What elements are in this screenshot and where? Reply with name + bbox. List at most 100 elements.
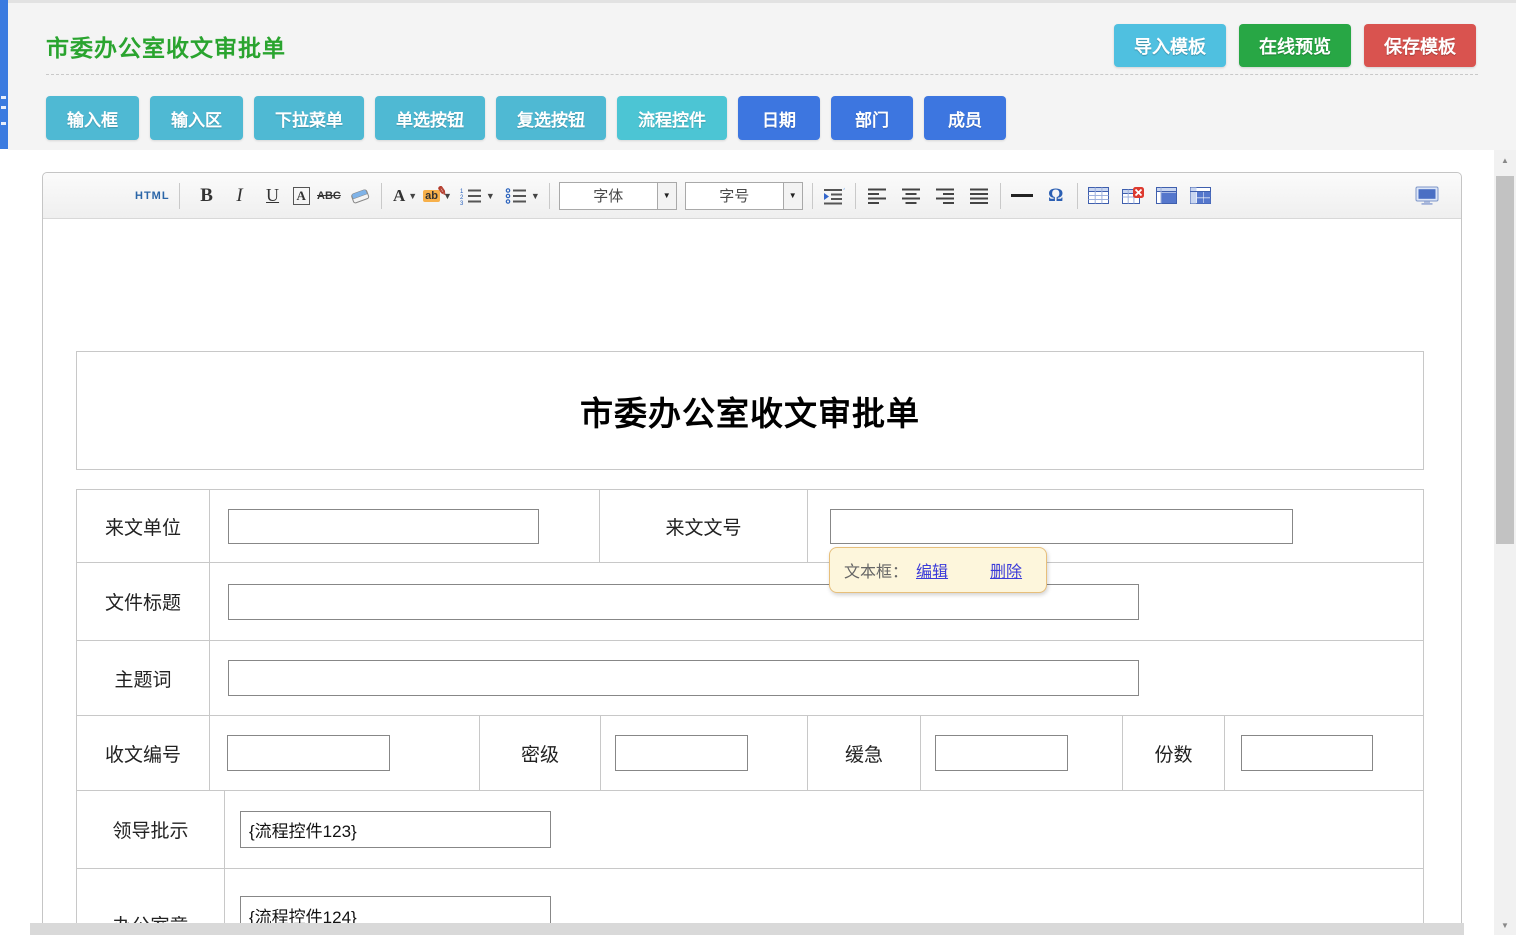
doc-no-input[interactable]: [830, 509, 1293, 544]
italic-button[interactable]: I: [228, 182, 252, 210]
receipt-no-input[interactable]: [227, 735, 390, 771]
align-right-button[interactable]: [933, 182, 957, 210]
doc-no-label: 来文文号: [599, 490, 807, 562]
source-code-button[interactable]: HTML: [135, 182, 170, 210]
strikethrough-button[interactable]: ABC: [317, 182, 341, 210]
toolbar-separator: [549, 183, 550, 209]
security-input[interactable]: [615, 735, 748, 771]
scrollbar-thumb[interactable]: [1496, 176, 1514, 544]
leader-comment-label: 领导批示: [77, 791, 224, 868]
delete-table-button[interactable]: [1121, 182, 1145, 210]
add-textarea-button[interactable]: 输入区: [150, 96, 243, 140]
vertical-scrollbar[interactable]: ▲ ▼: [1494, 150, 1516, 935]
font-size-select[interactable]: 字号 ▼: [685, 182, 803, 210]
add-radio-button[interactable]: 单选按钮: [375, 96, 485, 140]
scroll-down-button[interactable]: ▼: [1494, 917, 1516, 933]
edge-mark: [1, 96, 6, 99]
form-table: 来文单位 来文文号 文件标题: [76, 489, 1424, 935]
main-area: HTML B I U A ABC A▼: [0, 150, 1516, 935]
highlight-color-button[interactable]: ab✎ ▼: [423, 182, 452, 210]
edit-link[interactable]: 编辑: [916, 558, 948, 582]
indent-icon: [823, 187, 845, 205]
editor-content[interactable]: 市委办公室收文审批单 来文单位 来文文号: [43, 220, 1461, 935]
form-template-designer: 市委办公室收文审批单 导入模板 在线预览 保存模板 输入框 输入区 下拉菜单 单…: [0, 0, 1516, 935]
add-checkbox-button[interactable]: 复选按钮: [496, 96, 606, 140]
keywords-cell: [209, 641, 1423, 715]
chevron-down-icon: ▼: [783, 183, 802, 209]
file-title-label: 文件标题: [77, 563, 209, 640]
font-style-button[interactable]: A: [293, 187, 310, 205]
add-flow-control-button[interactable]: 流程控件: [617, 96, 727, 140]
from-unit-input[interactable]: [228, 509, 539, 544]
chevron-down-icon: ▼: [657, 183, 676, 209]
table-row: 收文编号 密级 缓急 份数: [76, 716, 1424, 791]
toolbar-separator: [381, 183, 382, 209]
toolbar-separator: [1077, 183, 1078, 209]
header-divider: [46, 74, 1478, 75]
scroll-up-button[interactable]: ▲: [1494, 152, 1516, 168]
copies-cell: [1224, 716, 1423, 790]
add-dropdown-button[interactable]: 下拉菜单: [254, 96, 364, 140]
horizontal-rule-icon: [1011, 194, 1033, 197]
header: 市委办公室收文审批单 导入模板 在线预览 保存模板 输入框 输入区 下拉菜单 单…: [8, 0, 1516, 150]
font-color-button[interactable]: A▼: [391, 182, 417, 210]
edge-mark: [1, 106, 6, 109]
keywords-input[interactable]: [228, 660, 1139, 696]
import-template-button[interactable]: 导入模板: [1114, 24, 1226, 67]
table-row: 来文单位 来文文号: [76, 489, 1424, 563]
control-tooltip: 文本框： 编辑 删除: [829, 547, 1047, 593]
copies-input[interactable]: [1241, 735, 1373, 771]
remove-format-button[interactable]: [348, 182, 372, 210]
svg-text:3: 3: [460, 201, 464, 205]
add-date-button[interactable]: 日期: [738, 96, 820, 140]
eraser-icon: [349, 188, 371, 204]
add-input-box-button[interactable]: 输入框: [46, 96, 139, 140]
toolbar-separator: [179, 183, 180, 209]
leader-comment-cell: [224, 791, 1423, 868]
document-title-cell: 市委办公室收文审批单: [76, 351, 1424, 470]
delete-table-icon: [1122, 187, 1144, 204]
ordered-list-button[interactable]: 1 2 3 ▼: [460, 182, 495, 210]
urgency-cell: [920, 716, 1122, 790]
horizontal-rule-button[interactable]: [1010, 182, 1034, 210]
fullscreen-button[interactable]: [1415, 182, 1439, 210]
delete-link[interactable]: 删除: [990, 558, 1022, 582]
add-member-button[interactable]: 成员: [924, 96, 1006, 140]
indent-button[interactable]: [822, 182, 846, 210]
underline-button[interactable]: U: [261, 182, 285, 210]
align-right-icon: [935, 187, 955, 205]
leader-comment-input[interactable]: [240, 811, 551, 848]
align-left-icon: [867, 187, 887, 205]
rich-text-editor: HTML B I U A ABC A▼: [42, 172, 1462, 935]
save-template-button[interactable]: 保存模板: [1364, 24, 1476, 67]
align-left-button[interactable]: [865, 182, 889, 210]
merge-cell-button[interactable]: [1155, 182, 1179, 210]
bold-button[interactable]: B: [195, 182, 219, 210]
align-center-button[interactable]: [899, 182, 923, 210]
online-preview-button[interactable]: 在线预览: [1239, 24, 1351, 67]
document-title: 市委办公室收文审批单: [580, 387, 920, 435]
table-row: 领导批示: [76, 791, 1424, 869]
font-family-select[interactable]: 字体 ▼: [559, 182, 677, 210]
table-properties-button[interactable]: [1189, 182, 1213, 210]
header-actions: 导入模板 在线预览 保存模板: [1114, 24, 1476, 67]
chevron-down-icon: ▼: [408, 191, 417, 201]
chevron-down-icon: ▼: [486, 191, 495, 201]
left-edge-panel: [0, 0, 8, 149]
urgency-label: 缓急: [807, 716, 920, 790]
add-department-button[interactable]: 部门: [831, 96, 913, 140]
control-buttons-row: 输入框 输入区 下拉菜单 单选按钮 复选按钮 流程控件 日期 部门 成员: [46, 96, 1006, 140]
table-icon: [1088, 187, 1109, 204]
copies-label: 份数: [1122, 716, 1224, 790]
special-char-button[interactable]: Ω: [1044, 182, 1068, 210]
edge-mark: [1, 122, 6, 125]
unordered-list-button[interactable]: ▼: [505, 182, 540, 210]
pencil-icon: ✎: [436, 183, 448, 199]
horizontal-scrollbar[interactable]: [30, 923, 1464, 935]
insert-table-button[interactable]: [1087, 182, 1111, 210]
chevron-down-icon: ▼: [531, 191, 540, 201]
receipt-no-label: 收文编号: [77, 716, 209, 790]
align-center-icon: [901, 187, 921, 205]
align-justify-button[interactable]: [967, 182, 991, 210]
urgency-input[interactable]: [935, 735, 1068, 771]
